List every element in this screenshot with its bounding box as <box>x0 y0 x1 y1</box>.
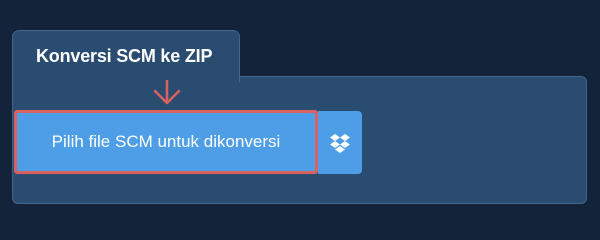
choose-file-button[interactable]: Pilih file SCM untuk dikonversi <box>14 110 318 174</box>
tab-title: Konversi SCM ke ZIP <box>36 46 213 66</box>
dropbox-icon <box>330 133 350 153</box>
tab-konversi[interactable]: Konversi SCM ke ZIP <box>12 30 240 82</box>
dropbox-button[interactable] <box>318 111 362 174</box>
choose-file-label: Pilih file SCM untuk dikonversi <box>51 132 281 151</box>
down-arrow-icon <box>153 80 181 105</box>
